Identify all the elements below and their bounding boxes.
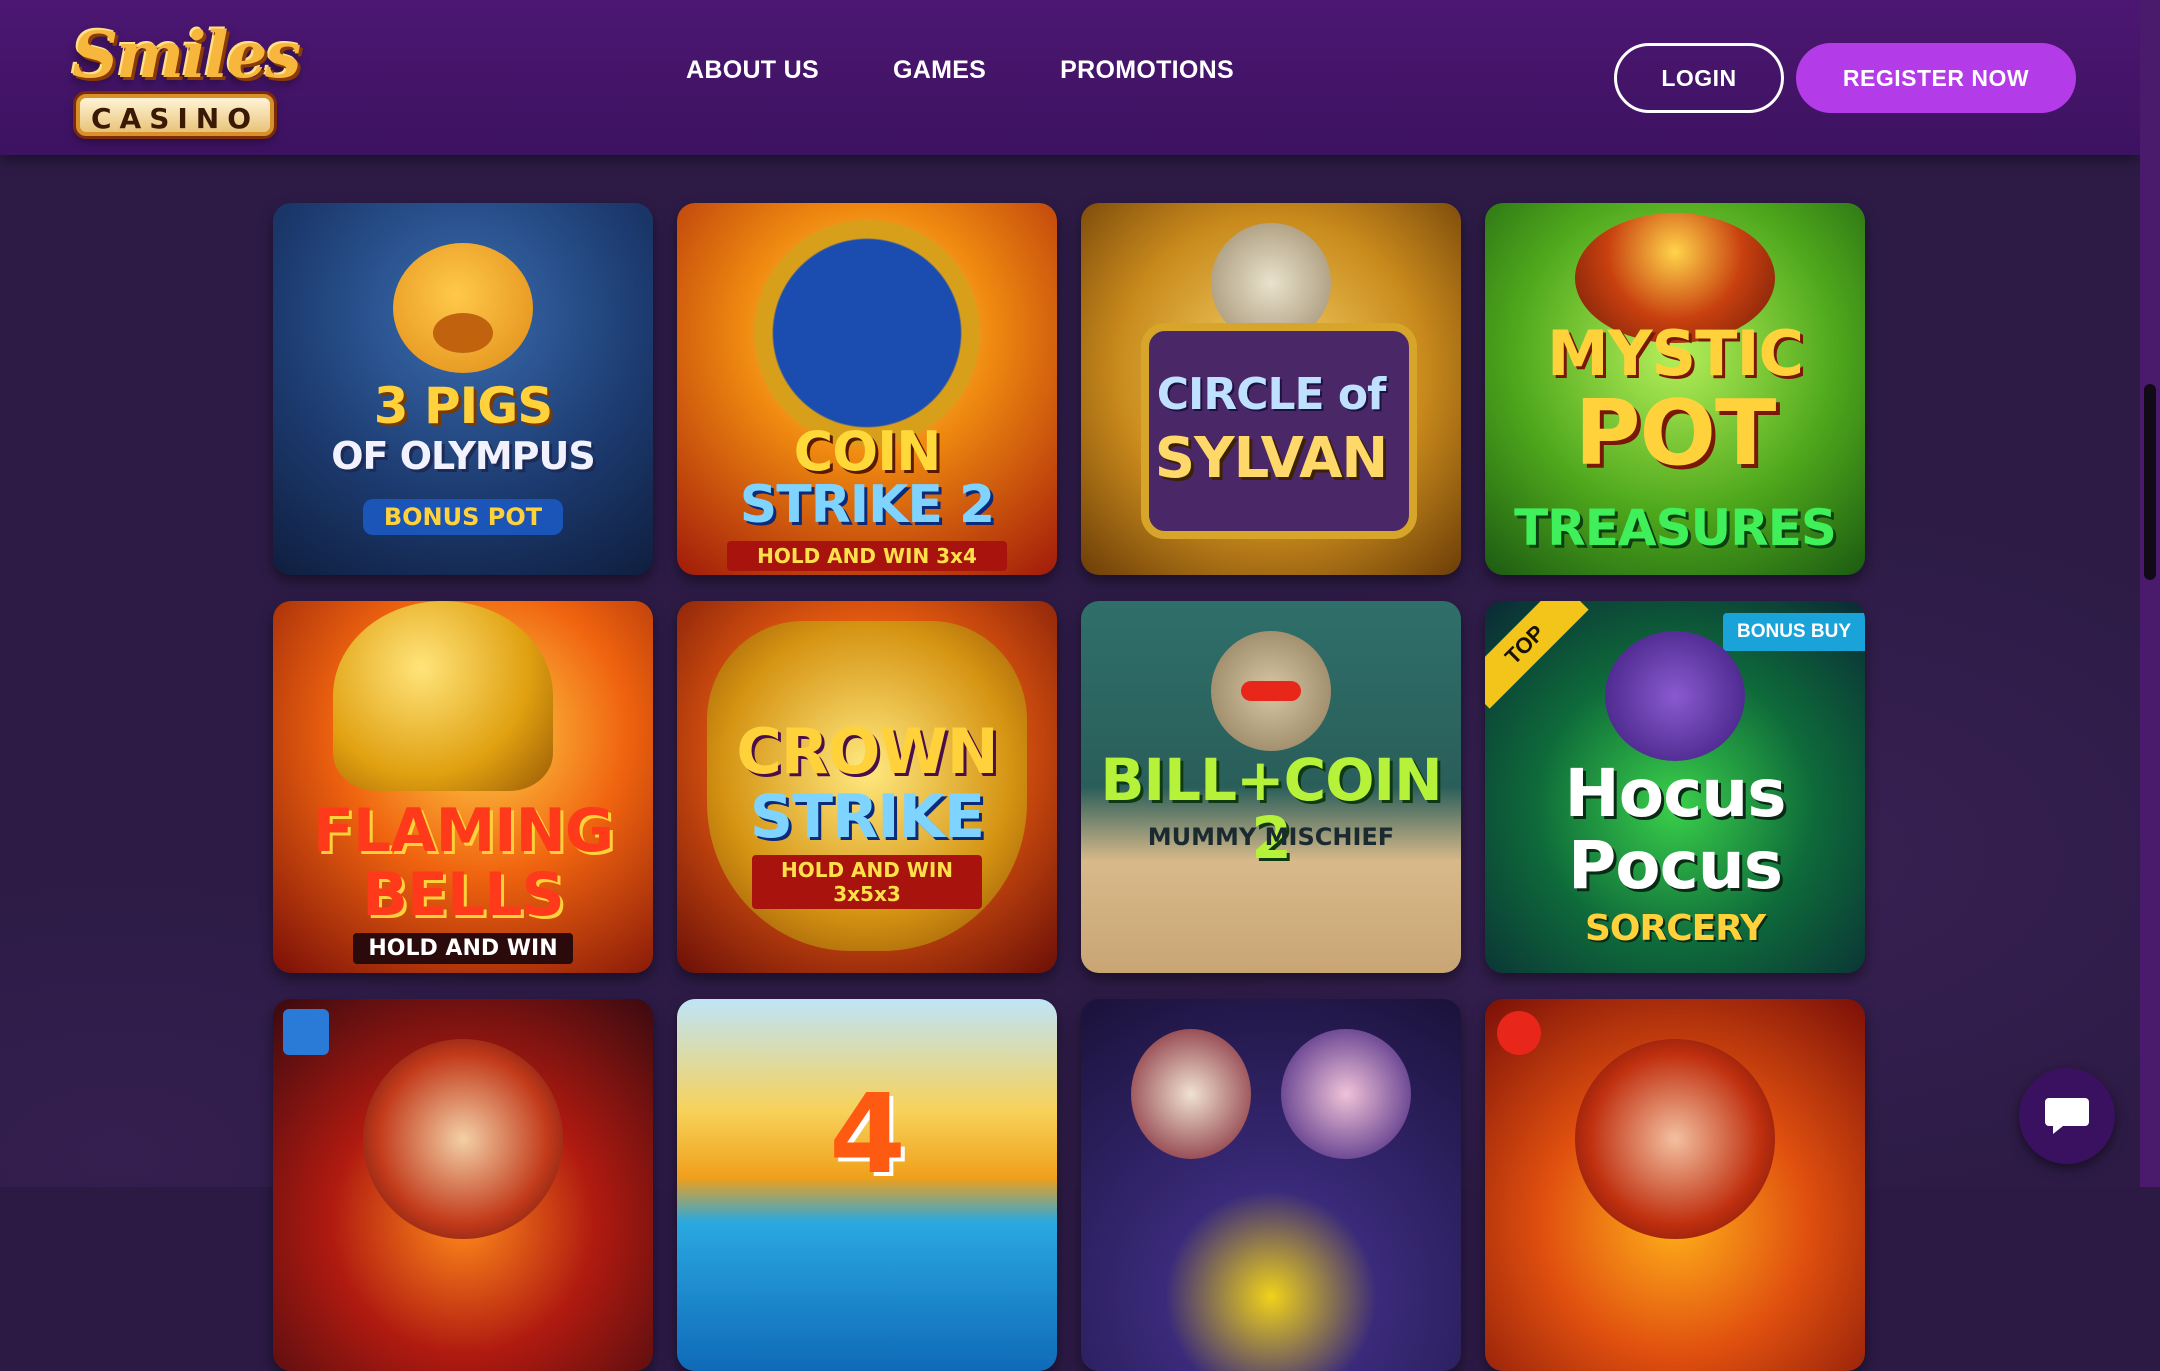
game-title-line2: OF OLYMPUS	[331, 434, 596, 478]
game-tile-joker-pumpkin[interactable]	[273, 999, 653, 1371]
mummy-eyes	[1241, 681, 1301, 701]
game-title-line2: Pocus	[1567, 827, 1783, 904]
register-now-button[interactable]: REGISTER NOW	[1796, 43, 2076, 113]
game-title-line2: STRIKE 2	[739, 475, 995, 535]
main-nav: ABOUT US GAMES PROMOTIONS	[686, 56, 1234, 85]
game-title-line1: CROWN	[736, 715, 998, 788]
site-header: Smiles CASINO ABOUT US GAMES PROMOTIONS …	[0, 0, 2140, 155]
game-title-line1: COIN	[793, 420, 942, 483]
logo-smiles-text: Smiles	[72, 18, 301, 93]
pig-snout	[433, 313, 493, 353]
game-subtitle: BONUS POT	[363, 499, 563, 535]
game-tile-crown-strike[interactable]: CROWN STRIKE HOLD AND WIN 3x5x3	[677, 601, 1057, 973]
jester-character	[1575, 1039, 1775, 1239]
logo-casino-text: CASINO	[76, 94, 274, 136]
vampire-character	[1131, 1029, 1251, 1159]
login-button[interactable]: LOGIN	[1614, 43, 1784, 113]
game-title-line1: 4	[829, 1070, 906, 1198]
game-tile-devil-jester[interactable]	[1485, 999, 1865, 1371]
page-scrollbar[interactable]	[2140, 0, 2160, 1187]
bonus-buy-badge: BONUS BUY	[1722, 613, 1865, 651]
witch-character	[1281, 1029, 1411, 1159]
joker-character	[363, 1039, 563, 1239]
nav-promotions[interactable]: PROMOTIONS	[1060, 56, 1234, 85]
game-title-line2: SYLVAN	[1154, 426, 1389, 491]
game-subtitle: HOLD AND WIN 3x4	[727, 541, 1007, 571]
coin-ring	[747, 213, 987, 453]
game-title-line3: TREASURES	[1514, 499, 1837, 557]
game-tile-3-pigs-of-olympus[interactable]: 3 PIGS OF OLYMPUS BONUS POT	[273, 203, 653, 575]
game-title-line1: Hocus	[1564, 755, 1787, 832]
game-tile-4-fantastic-fish[interactable]: 4	[677, 999, 1057, 1371]
smiles-casino-logo[interactable]: Smiles CASINO	[62, 14, 301, 142]
nav-games[interactable]: GAMES	[893, 56, 986, 85]
bell-icon	[333, 601, 553, 791]
provider-logo-icon	[283, 1009, 329, 1055]
game-title-line1: FLAMING	[312, 796, 614, 866]
pig-character	[393, 243, 533, 373]
game-title-line2: BELLS	[362, 860, 564, 930]
game-subtitle: HOLD AND WIN	[353, 933, 573, 964]
game-tile-mystic-pot-treasures[interactable]: MYSTIC POT TREASURES	[1485, 203, 1865, 575]
game-title-line2: POT	[1574, 381, 1777, 486]
chat-support-button[interactable]	[2019, 1068, 2115, 1164]
top-badge: TOP	[1485, 601, 1589, 709]
chat-icon	[2045, 1098, 2089, 1134]
game-tile-coin-strike-2[interactable]: COIN STRIKE 2 HOLD AND WIN 3x4	[677, 203, 1057, 575]
game-subtitle: HOLD AND WIN 3x5x3	[752, 855, 982, 909]
provider-logo-icon	[1497, 1011, 1541, 1055]
game-title-line2: STRIKE	[749, 782, 985, 852]
game-title-line3: SORCERY	[1584, 908, 1766, 949]
game-tile-circle-of-sylvan[interactable]: CIRCLE of SYLVAN	[1081, 203, 1461, 575]
game-tile-bill-coin-2[interactable]: BILL+COIN 2 MUMMY MISCHIEF	[1081, 601, 1461, 973]
game-title-line1: 3 PIGS	[373, 377, 554, 435]
witch-cat	[1605, 631, 1745, 761]
game-tile-hocus-pocus-sorcery[interactable]: TOP BONUS BUY Hocus Pocus SORCERY	[1485, 601, 1865, 973]
game-subtitle: MUMMY MISCHIEF	[1147, 823, 1395, 851]
game-tile-vampire-witch[interactable]	[1081, 999, 1461, 1371]
nav-about-us[interactable]: ABOUT US	[686, 56, 819, 85]
game-tile-flaming-bells[interactable]: FLAMING BELLS HOLD AND WIN	[273, 601, 653, 973]
game-title-line1: MYSTIC	[1546, 317, 1804, 390]
scrollbar-thumb[interactable]	[2144, 384, 2156, 580]
game-title-line1: CIRCLE of	[1156, 369, 1387, 420]
